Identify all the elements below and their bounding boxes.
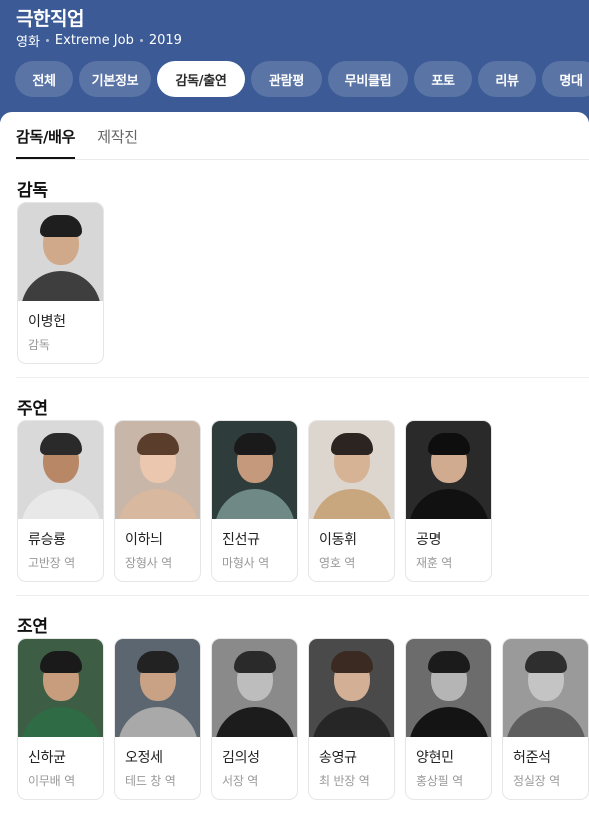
subtab-crew[interactable]: 제작진 (97, 126, 138, 159)
meta-english-title: Extreme Job (54, 33, 134, 48)
section-divider (16, 377, 589, 378)
person-photo (212, 639, 297, 737)
section-title-director: 감독 (17, 181, 48, 201)
tab-movie-clips[interactable]: 무비클립 (328, 61, 408, 97)
person-card[interactable]: 허준석 정실장 역 (502, 638, 589, 800)
person-name: 진선규 (222, 532, 260, 548)
person-name: 류승룡 (28, 532, 66, 548)
separator-dot (45, 39, 49, 42)
person-role: 장형사 역 (125, 556, 172, 570)
meta-type: 영화 (16, 35, 40, 50)
person-role: 서장 역 (222, 774, 259, 788)
person-photo (115, 639, 200, 737)
person-name: 김의성 (222, 750, 260, 766)
tab-reviews-rating[interactable]: 관람평 (251, 61, 322, 97)
person-card[interactable]: 이하늬 장형사 역 (114, 420, 201, 582)
lead-row: 류승룡 고반장 역 이하늬 장형사 역 진선규 마형사 역 이동휘 영호 역 공… (17, 420, 492, 582)
tab-basic-info[interactable]: 기본정보 (79, 61, 151, 97)
person-photo (503, 639, 588, 737)
person-role: 테드 창 역 (125, 774, 176, 788)
tab-famous-lines[interactable]: 명대 (542, 61, 589, 97)
person-photo (18, 639, 103, 737)
person-card[interactable]: 진선규 마형사 역 (211, 420, 298, 582)
person-card[interactable]: 양현민 홍상필 역 (405, 638, 492, 800)
person-role: 영호 역 (319, 556, 356, 570)
person-name: 허준석 (513, 750, 551, 766)
person-photo (309, 421, 394, 519)
person-card[interactable]: 송영규 최 반장 역 (308, 638, 395, 800)
tab-review[interactable]: 리뷰 (478, 61, 536, 97)
person-photo (212, 421, 297, 519)
person-name: 신하균 (28, 750, 66, 766)
person-photo (406, 421, 491, 519)
person-name: 이하늬 (125, 532, 163, 548)
person-card[interactable]: 신하균 이무배 역 (17, 638, 104, 800)
person-name: 공명 (416, 532, 442, 548)
person-name: 양현민 (416, 750, 454, 766)
movie-meta: 영화 Extreme Job 2019 (16, 31, 182, 50)
header: 극한직업 영화 Extreme Job 2019 전체 기본정보 감독/출연 관… (0, 0, 589, 122)
section-title-lead: 주연 (17, 399, 48, 419)
person-role: 마형사 역 (222, 556, 269, 570)
person-role: 정실장 역 (513, 774, 560, 788)
subtab-divider (16, 159, 589, 160)
person-role: 홍상필 역 (416, 774, 463, 788)
person-name: 이병헌 (28, 314, 66, 330)
person-role: 고반장 역 (28, 556, 75, 570)
person-name: 이동휘 (319, 532, 357, 548)
person-photo (309, 639, 394, 737)
person-card[interactable]: 이병헌 감독 (17, 202, 104, 364)
section-title-support: 조연 (17, 617, 48, 637)
director-row: 이병헌 감독 (17, 202, 104, 364)
person-card[interactable]: 공명 재훈 역 (405, 420, 492, 582)
support-row: 신하균 이무배 역 오정세 테드 창 역 김의성 서장 역 송영규 최 반장 역… (17, 638, 589, 800)
person-card[interactable]: 오정세 테드 창 역 (114, 638, 201, 800)
sub-tabs: 감독/배우 제작진 (16, 126, 138, 159)
page-title: 극한직업 (16, 8, 84, 30)
separator-dot (139, 39, 143, 42)
person-photo (406, 639, 491, 737)
person-photo (18, 203, 103, 301)
person-card[interactable]: 이동휘 영호 역 (308, 420, 395, 582)
person-role: 재훈 역 (416, 556, 453, 570)
content-sheet: 감독/배우 제작진 감독 이병헌 감독 주연 류승룡 고반장 역 이하늬 장형사… (0, 112, 589, 828)
person-name: 오정세 (125, 750, 163, 766)
person-photo (115, 421, 200, 519)
meta-year: 2019 (148, 33, 182, 48)
person-role: 감독 (28, 338, 50, 352)
tab-director-cast[interactable]: 감독/출연 (157, 61, 245, 97)
person-name: 송영규 (319, 750, 357, 766)
person-card[interactable]: 김의성 서장 역 (211, 638, 298, 800)
category-tabs: 전체 기본정보 감독/출연 관람평 무비클립 포토 리뷰 명대 (15, 61, 589, 97)
person-role: 이무배 역 (28, 774, 75, 788)
person-card[interactable]: 류승룡 고반장 역 (17, 420, 104, 582)
person-role: 최 반장 역 (319, 774, 370, 788)
person-photo (18, 421, 103, 519)
tab-all[interactable]: 전체 (15, 61, 73, 97)
subtab-director-actors[interactable]: 감독/배우 (16, 126, 75, 159)
tab-photos[interactable]: 포토 (414, 61, 472, 97)
section-divider (16, 595, 589, 596)
